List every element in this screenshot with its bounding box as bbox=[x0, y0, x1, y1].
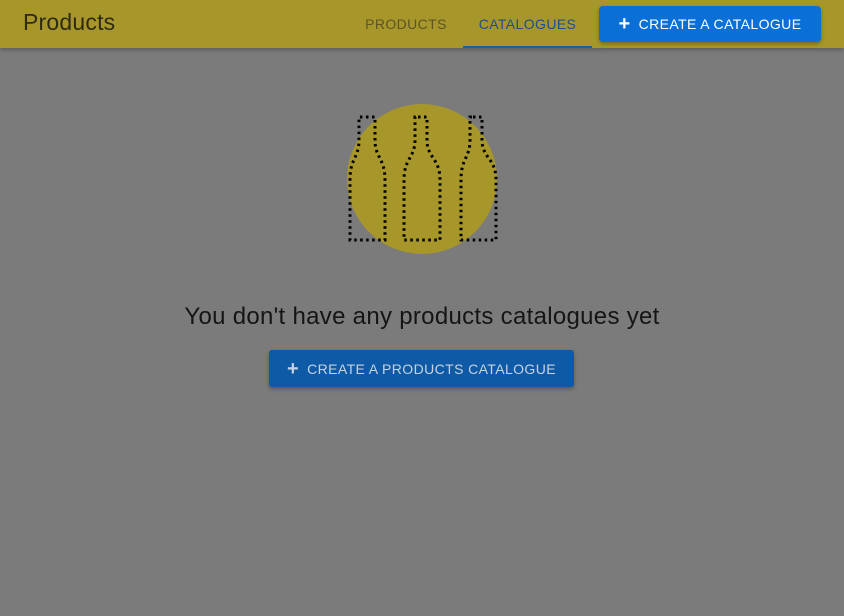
page-title: Products bbox=[23, 9, 116, 35]
page: Products PRODUCTS CATALOGUES + CREATE A … bbox=[0, 0, 844, 616]
create-products-catalogue-button[interactable]: + CREATE A PRODUCTS CATALOGUE bbox=[269, 350, 574, 387]
create-catalogue-button[interactable]: + CREATE A CATALOGUE bbox=[599, 6, 821, 42]
create-catalogue-button-label: CREATE A CATALOGUE bbox=[638, 16, 802, 32]
plus-icon: + bbox=[618, 13, 631, 35]
bottles-icon bbox=[345, 102, 501, 258]
tab-products-label: PRODUCTS bbox=[365, 16, 447, 32]
app-header: Products PRODUCTS CATALOGUES + CREATE A … bbox=[0, 0, 844, 48]
plus-icon: + bbox=[287, 357, 300, 380]
tab-catalogues-label: CATALOGUES bbox=[478, 16, 577, 32]
tab-catalogues[interactable]: CATALOGUES bbox=[463, 0, 592, 48]
tab-products[interactable]: PRODUCTS bbox=[350, 0, 462, 48]
create-products-catalogue-button-label: CREATE A PRODUCTS CATALOGUE bbox=[307, 360, 556, 377]
empty-state-message: You don't have any products catalogues y… bbox=[184, 303, 660, 330]
